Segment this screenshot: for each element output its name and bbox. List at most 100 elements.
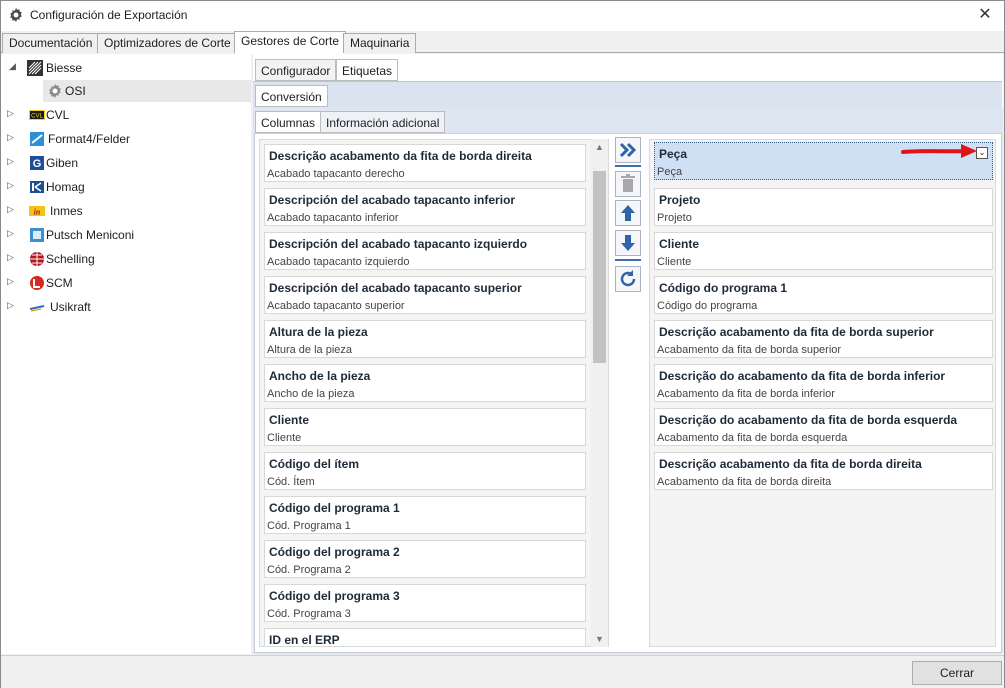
tab-maquinaria[interactable]: Maquinaria	[343, 33, 417, 53]
list-item[interactable]: Altura de la pieza Altura de la pieza	[264, 320, 586, 358]
usikraft-logo-icon	[29, 305, 45, 312]
tree-item-label: SCM	[46, 276, 73, 290]
tree-item-cvl[interactable]: ▷ CVL CVL	[1, 104, 251, 126]
delete-icon	[621, 174, 635, 192]
move-down-button[interactable]	[615, 230, 641, 256]
gear-icon	[10, 8, 22, 22]
expand-icon[interactable]: ▷	[7, 156, 17, 168]
tab-etiquetas[interactable]: Etiquetas	[336, 59, 399, 81]
scrollbar-thumb[interactable]	[593, 171, 606, 363]
tree-item-putsch[interactable]: ▷ Putsch Meniconi	[1, 224, 251, 246]
list-item[interactable]: Descrição acabamento da fita de borda su…	[654, 320, 993, 358]
move-down-icon	[621, 235, 635, 251]
list-item[interactable]: Projeto Projeto	[654, 188, 993, 226]
tree-item-label: Format4/Felder	[48, 132, 131, 146]
cvl-logo-icon: CVL	[29, 110, 45, 120]
list-item[interactable]: Cliente Cliente	[264, 408, 586, 446]
list-item[interactable]: Descrição do acabamento da fita de borda…	[654, 408, 993, 446]
svg-text:G: G	[33, 158, 42, 170]
expand-icon[interactable]: ▷	[7, 204, 17, 216]
delete-button[interactable]	[615, 171, 641, 197]
tab-informacion-adicional[interactable]: Información adicional	[320, 111, 446, 133]
separator	[615, 259, 641, 261]
footer-bar: Cerrar	[1, 655, 1004, 688]
title-bar: Configuración de Exportación ✕	[1, 1, 1004, 31]
tree-item-homag[interactable]: ▷ Homag	[1, 176, 251, 198]
expand-icon[interactable]: ▷	[7, 108, 17, 120]
close-icon[interactable]: ✕	[974, 5, 996, 25]
tree-item-label: Schelling	[46, 252, 95, 266]
move-up-icon	[621, 205, 635, 221]
refresh-icon	[620, 270, 636, 287]
add-all-icon	[619, 142, 637, 158]
tab-configurador[interactable]: Configurador	[255, 59, 337, 81]
selected-columns-list[interactable]: Peça Peça ⌄ Projeto Projeto Cliente Client…	[649, 139, 996, 647]
tree-item-label: OSI	[65, 84, 86, 98]
scm-logo-icon	[30, 276, 44, 290]
tab-conversion[interactable]: Conversión	[255, 85, 328, 107]
close-button[interactable]: Cerrar	[912, 661, 1002, 685]
collapse-icon[interactable]: ◢	[9, 61, 19, 73]
schelling-logo-icon	[30, 252, 44, 266]
tree-item-label: Inmes	[50, 204, 83, 218]
list-item[interactable]: Descripción del acabado tapacanto superi…	[264, 276, 586, 314]
tree-item-label: CVL	[46, 108, 70, 122]
biesse-logo-icon	[27, 60, 43, 76]
top-tab-strip: Documentación Optimizadores de Corte Ges…	[1, 31, 1004, 54]
tree-item-osi[interactable]: OSI	[43, 80, 251, 102]
available-list-scrollbar[interactable]: ▲ ▼	[591, 139, 608, 647]
homag-logo-icon	[30, 181, 44, 193]
expand-icon[interactable]: ▷	[7, 276, 17, 288]
export-config-window: Configuración de Exportación ✕ Documenta…	[0, 0, 1005, 688]
giben-logo-icon: G	[30, 156, 44, 170]
list-item[interactable]: Código del programa 2 Cód. Programa 2	[264, 540, 586, 578]
tree-item-label: Biesse	[46, 61, 83, 75]
tree-item-label: Giben	[46, 156, 79, 170]
tree-item-schelling[interactable]: ▷ Schelling	[1, 248, 251, 270]
move-up-button[interactable]	[615, 200, 641, 226]
expand-icon[interactable]: ▷	[7, 132, 17, 144]
tree-item-label: Homag	[46, 180, 85, 194]
list-item[interactable]: Ancho de la pieza Ancho de la pieza	[264, 364, 586, 402]
list-item[interactable]: Código do programa 1 Código do programa	[654, 276, 993, 314]
expand-icon[interactable]: ▷	[7, 228, 17, 240]
separator	[615, 165, 641, 167]
expand-icon[interactable]: ▷	[7, 252, 17, 264]
annotation-arrow-icon	[901, 144, 977, 158]
tab-documentacion[interactable]: Documentación	[2, 33, 100, 53]
list-item[interactable]: ID en el ERP	[264, 628, 586, 646]
list-item[interactable]: Código del ítem Cód. Ítem	[264, 452, 586, 490]
svg-text:in: in	[34, 208, 41, 217]
tree-item-scm[interactable]: ▷ SCM	[1, 272, 251, 294]
tab-gestores[interactable]: Gestores de Corte	[234, 31, 347, 54]
list-item[interactable]: Descripción del acabado tapacanto izquie…	[264, 232, 586, 270]
list-item[interactable]: Descrição acabamento da fita de borda di…	[654, 452, 993, 490]
list-item[interactable]: Código del programa 1 Cód. Programa 1	[264, 496, 586, 534]
tree-item-label: Putsch Meniconi	[46, 228, 135, 242]
inmes-logo-icon: in	[29, 206, 45, 217]
tree-item-giben[interactable]: ▷ G Giben	[1, 152, 251, 174]
available-columns-list[interactable]: Descrição acabamento da fita de borda di…	[259, 139, 609, 647]
tree-item-inmes[interactable]: ▷ in Inmes	[1, 200, 251, 222]
expand-icon[interactable]: ▷	[7, 180, 17, 192]
putsch-logo-icon	[30, 228, 44, 242]
list-item[interactable]: Descrição do acabamento da fita de borda…	[654, 364, 993, 402]
list-item[interactable]: Descrição acabamento da fita de borda di…	[264, 144, 586, 182]
tree-item-biesse[interactable]: ◢ Biesse	[1, 57, 251, 79]
tree-item-format4[interactable]: ▷ Format4/Felder	[1, 128, 251, 150]
gear-icon	[49, 84, 61, 98]
tab-optimizadores[interactable]: Optimizadores de Corte	[97, 33, 238, 53]
scroll-down-icon[interactable]: ▼	[591, 631, 608, 647]
format4-logo-icon	[30, 132, 44, 146]
list-item[interactable]: Cliente Cliente	[654, 232, 993, 270]
add-all-button[interactable]	[615, 137, 641, 163]
expand-icon[interactable]: ▷	[7, 300, 17, 312]
scroll-up-icon[interactable]: ▲	[591, 139, 608, 155]
manufacturer-tree: ◢ Biesse OSI ▷ CVL CVL ▷ Format4/Felder …	[1, 54, 251, 654]
refresh-button[interactable]	[615, 266, 641, 292]
tab-columnas[interactable]: Columnas	[255, 111, 322, 133]
tree-item-label: Usikraft	[50, 300, 91, 314]
list-item[interactable]: Descripción del acabado tapacanto inferi…	[264, 188, 586, 226]
tree-item-usikraft[interactable]: ▷ Usikraft	[1, 296, 251, 318]
list-item[interactable]: Código del programa 3 Cód. Programa 3	[264, 584, 586, 622]
